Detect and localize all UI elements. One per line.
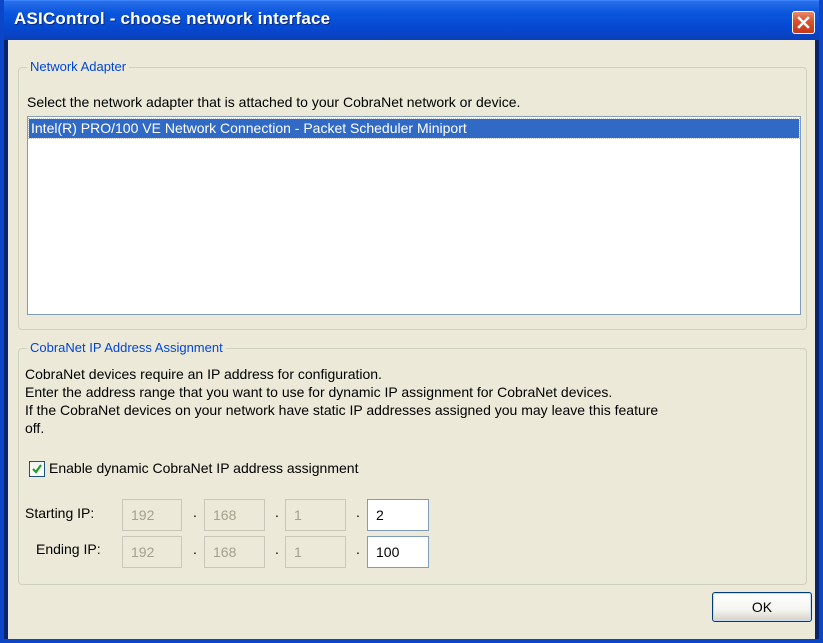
ip-description-line-4: off. xyxy=(25,420,45,436)
ending-ip-octet-4[interactable]: 100 xyxy=(367,536,429,568)
list-item[interactable]: Intel(R) PRO/100 VE Network Connection -… xyxy=(28,118,800,139)
ip-separator: . xyxy=(356,504,360,520)
ip-separator: . xyxy=(193,541,197,557)
close-icon xyxy=(797,16,810,29)
starting-ip-octet-3: 1 xyxy=(285,499,346,531)
title-bar[interactable]: ASIControl - choose network interface xyxy=(4,0,819,40)
ip-separator: . xyxy=(275,504,279,520)
starting-ip-octet-1: 192 xyxy=(122,499,182,531)
enable-dynamic-ip-checkbox[interactable] xyxy=(29,461,45,477)
ending-ip-octet-2: 168 xyxy=(204,536,265,568)
ip-separator: . xyxy=(356,541,360,557)
close-button[interactable] xyxy=(792,11,815,34)
ending-ip-octet-1: 192 xyxy=(122,536,182,568)
network-adapter-legend: Network Adapter xyxy=(27,59,130,74)
ip-assignment-legend: CobraNet IP Address Assignment xyxy=(27,340,226,355)
ok-button[interactable]: OK xyxy=(712,592,812,622)
starting-ip-label: Starting IP: xyxy=(25,505,95,521)
ip-description-line-1: CobraNet devices require an IP address f… xyxy=(25,366,382,382)
ip-separator: . xyxy=(193,504,197,520)
dialog-window: ASIControl - choose network interface Ne… xyxy=(0,0,823,643)
enable-dynamic-ip-label[interactable]: Enable dynamic CobraNet IP address assig… xyxy=(49,460,358,476)
ending-ip-label: Ending IP: xyxy=(36,541,101,557)
dialog-client-area: Network Adapter Select the network adapt… xyxy=(8,40,815,639)
checkmark-icon xyxy=(32,464,42,474)
ending-ip-octet-3: 1 xyxy=(285,536,346,568)
network-adapter-list[interactable]: Intel(R) PRO/100 VE Network Connection -… xyxy=(27,116,801,315)
starting-ip-octet-2: 168 xyxy=(204,499,265,531)
ip-description-line-3: If the CobraNet devices on your network … xyxy=(25,402,659,418)
starting-ip-octet-4[interactable]: 2 xyxy=(367,499,429,531)
network-adapter-instruction: Select the network adapter that is attac… xyxy=(27,94,521,110)
ip-separator: . xyxy=(275,541,279,557)
ip-description-line-2: Enter the address range that you want to… xyxy=(25,384,613,400)
window-title: ASIControl - choose network interface xyxy=(14,9,331,28)
